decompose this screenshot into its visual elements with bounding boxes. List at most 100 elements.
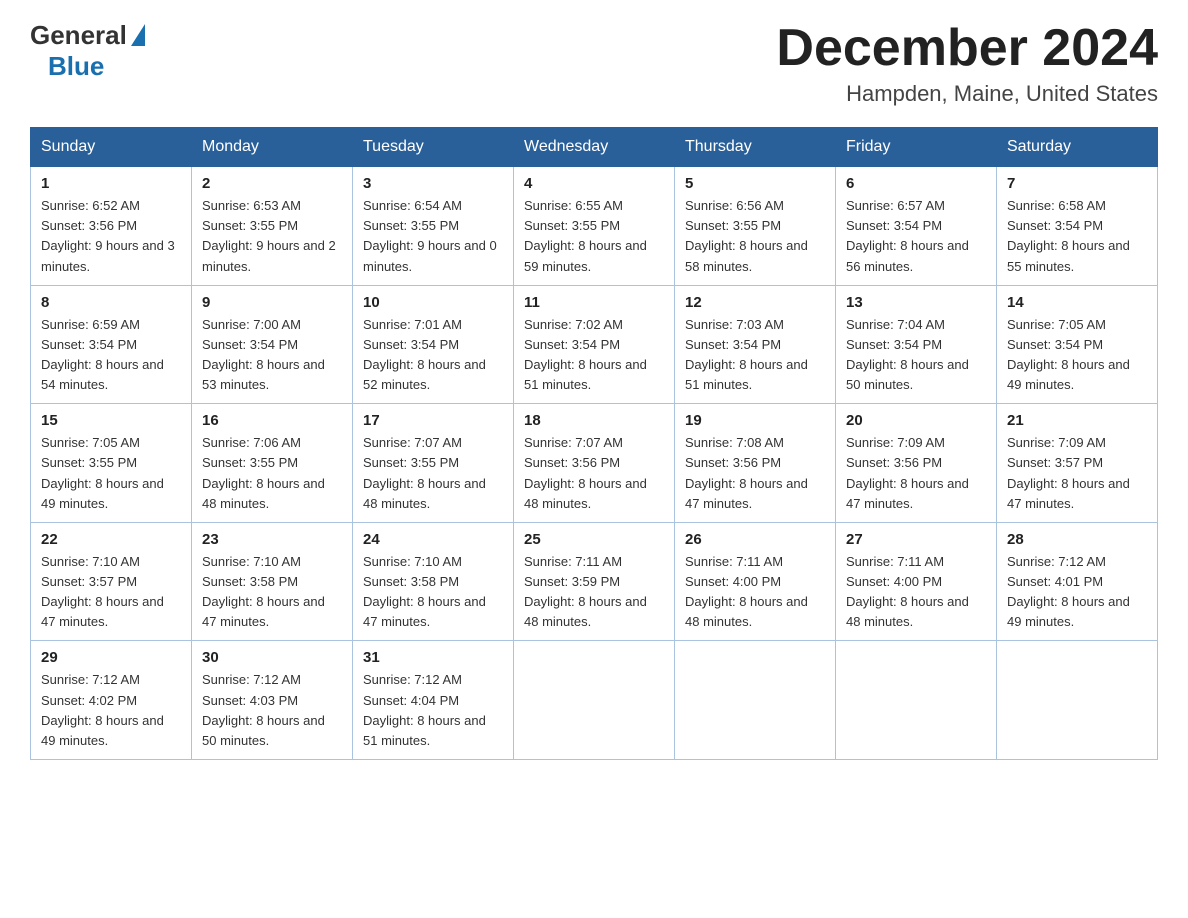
day-number: 13 xyxy=(846,294,986,311)
day-info: Sunrise: 7:04 AMSunset: 3:54 PMDaylight:… xyxy=(846,315,986,396)
day-info: Sunrise: 7:02 AMSunset: 3:54 PMDaylight:… xyxy=(524,315,664,396)
day-info: Sunrise: 7:07 AMSunset: 3:56 PMDaylight:… xyxy=(524,433,664,514)
day-info: Sunrise: 7:11 AMSunset: 3:59 PMDaylight:… xyxy=(524,552,664,633)
month-title: December 2024 xyxy=(776,20,1158,77)
logo: General Blue xyxy=(30,20,145,82)
calendar-week-row: 8 Sunrise: 6:59 AMSunset: 3:54 PMDayligh… xyxy=(31,285,1158,404)
day-info: Sunrise: 7:05 AMSunset: 3:55 PMDaylight:… xyxy=(41,433,181,514)
day-info: Sunrise: 6:58 AMSunset: 3:54 PMDaylight:… xyxy=(1007,196,1147,277)
day-info: Sunrise: 7:10 AMSunset: 3:58 PMDaylight:… xyxy=(202,552,342,633)
column-header-thursday: Thursday xyxy=(675,128,836,167)
calendar-cell: 26 Sunrise: 7:11 AMSunset: 4:00 PMDaylig… xyxy=(675,522,836,641)
calendar-cell: 17 Sunrise: 7:07 AMSunset: 3:55 PMDaylig… xyxy=(353,404,514,523)
calendar-cell: 3 Sunrise: 6:54 AMSunset: 3:55 PMDayligh… xyxy=(353,167,514,286)
day-info: Sunrise: 6:59 AMSunset: 3:54 PMDaylight:… xyxy=(41,315,181,396)
day-info: Sunrise: 7:07 AMSunset: 3:55 PMDaylight:… xyxy=(363,433,503,514)
day-number: 28 xyxy=(1007,531,1147,548)
day-number: 9 xyxy=(202,294,342,311)
calendar-cell: 12 Sunrise: 7:03 AMSunset: 3:54 PMDaylig… xyxy=(675,285,836,404)
calendar-cell: 9 Sunrise: 7:00 AMSunset: 3:54 PMDayligh… xyxy=(192,285,353,404)
calendar-cell: 18 Sunrise: 7:07 AMSunset: 3:56 PMDaylig… xyxy=(514,404,675,523)
calendar-cell: 21 Sunrise: 7:09 AMSunset: 3:57 PMDaylig… xyxy=(997,404,1158,523)
day-number: 31 xyxy=(363,649,503,666)
day-info: Sunrise: 7:12 AMSunset: 4:04 PMDaylight:… xyxy=(363,670,503,751)
day-info: Sunrise: 6:52 AMSunset: 3:56 PMDaylight:… xyxy=(41,196,181,277)
calendar-cell: 25 Sunrise: 7:11 AMSunset: 3:59 PMDaylig… xyxy=(514,522,675,641)
logo-blue-text: Blue xyxy=(48,51,104,82)
calendar-cell: 15 Sunrise: 7:05 AMSunset: 3:55 PMDaylig… xyxy=(31,404,192,523)
day-number: 24 xyxy=(363,531,503,548)
calendar-cell: 23 Sunrise: 7:10 AMSunset: 3:58 PMDaylig… xyxy=(192,522,353,641)
day-number: 4 xyxy=(524,175,664,192)
day-info: Sunrise: 6:55 AMSunset: 3:55 PMDaylight:… xyxy=(524,196,664,277)
calendar-cell: 19 Sunrise: 7:08 AMSunset: 3:56 PMDaylig… xyxy=(675,404,836,523)
column-header-monday: Monday xyxy=(192,128,353,167)
column-header-friday: Friday xyxy=(836,128,997,167)
calendar-cell: 24 Sunrise: 7:10 AMSunset: 3:58 PMDaylig… xyxy=(353,522,514,641)
calendar-cell: 22 Sunrise: 7:10 AMSunset: 3:57 PMDaylig… xyxy=(31,522,192,641)
calendar-cell: 28 Sunrise: 7:12 AMSunset: 4:01 PMDaylig… xyxy=(997,522,1158,641)
calendar-cell: 8 Sunrise: 6:59 AMSunset: 3:54 PMDayligh… xyxy=(31,285,192,404)
day-info: Sunrise: 7:11 AMSunset: 4:00 PMDaylight:… xyxy=(846,552,986,633)
calendar-cell: 6 Sunrise: 6:57 AMSunset: 3:54 PMDayligh… xyxy=(836,167,997,286)
calendar-cell: 7 Sunrise: 6:58 AMSunset: 3:54 PMDayligh… xyxy=(997,167,1158,286)
day-number: 19 xyxy=(685,412,825,429)
day-number: 11 xyxy=(524,294,664,311)
location-subtitle: Hampden, Maine, United States xyxy=(776,81,1158,107)
calendar-cell: 16 Sunrise: 7:06 AMSunset: 3:55 PMDaylig… xyxy=(192,404,353,523)
logo-top: General xyxy=(30,20,145,51)
day-info: Sunrise: 7:05 AMSunset: 3:54 PMDaylight:… xyxy=(1007,315,1147,396)
calendar-table: SundayMondayTuesdayWednesdayThursdayFrid… xyxy=(30,127,1158,760)
calendar-cell: 2 Sunrise: 6:53 AMSunset: 3:55 PMDayligh… xyxy=(192,167,353,286)
day-number: 8 xyxy=(41,294,181,311)
title-section: December 2024 Hampden, Maine, United Sta… xyxy=(776,20,1158,107)
day-number: 7 xyxy=(1007,175,1147,192)
day-number: 22 xyxy=(41,531,181,548)
day-info: Sunrise: 7:12 AMSunset: 4:03 PMDaylight:… xyxy=(202,670,342,751)
day-number: 2 xyxy=(202,175,342,192)
calendar-cell: 20 Sunrise: 7:09 AMSunset: 3:56 PMDaylig… xyxy=(836,404,997,523)
day-number: 26 xyxy=(685,531,825,548)
day-info: Sunrise: 6:53 AMSunset: 3:55 PMDaylight:… xyxy=(202,196,342,277)
day-number: 30 xyxy=(202,649,342,666)
day-number: 6 xyxy=(846,175,986,192)
day-number: 12 xyxy=(685,294,825,311)
day-number: 27 xyxy=(846,531,986,548)
day-number: 5 xyxy=(685,175,825,192)
day-number: 21 xyxy=(1007,412,1147,429)
column-header-sunday: Sunday xyxy=(31,128,192,167)
day-number: 20 xyxy=(846,412,986,429)
calendar-header-row: SundayMondayTuesdayWednesdayThursdayFrid… xyxy=(31,128,1158,167)
calendar-cell xyxy=(675,641,836,760)
day-info: Sunrise: 7:08 AMSunset: 3:56 PMDaylight:… xyxy=(685,433,825,514)
logo-triangle-icon xyxy=(131,24,145,46)
calendar-cell: 14 Sunrise: 7:05 AMSunset: 3:54 PMDaylig… xyxy=(997,285,1158,404)
calendar-cell: 10 Sunrise: 7:01 AMSunset: 3:54 PMDaylig… xyxy=(353,285,514,404)
calendar-cell xyxy=(997,641,1158,760)
calendar-cell: 5 Sunrise: 6:56 AMSunset: 3:55 PMDayligh… xyxy=(675,167,836,286)
day-number: 14 xyxy=(1007,294,1147,311)
day-number: 3 xyxy=(363,175,503,192)
calendar-cell xyxy=(514,641,675,760)
day-number: 17 xyxy=(363,412,503,429)
day-number: 25 xyxy=(524,531,664,548)
calendar-cell: 13 Sunrise: 7:04 AMSunset: 3:54 PMDaylig… xyxy=(836,285,997,404)
day-number: 15 xyxy=(41,412,181,429)
day-info: Sunrise: 6:57 AMSunset: 3:54 PMDaylight:… xyxy=(846,196,986,277)
calendar-week-row: 22 Sunrise: 7:10 AMSunset: 3:57 PMDaylig… xyxy=(31,522,1158,641)
day-number: 29 xyxy=(41,649,181,666)
day-info: Sunrise: 7:03 AMSunset: 3:54 PMDaylight:… xyxy=(685,315,825,396)
calendar-week-row: 15 Sunrise: 7:05 AMSunset: 3:55 PMDaylig… xyxy=(31,404,1158,523)
day-info: Sunrise: 7:09 AMSunset: 3:57 PMDaylight:… xyxy=(1007,433,1147,514)
calendar-cell: 27 Sunrise: 7:11 AMSunset: 4:00 PMDaylig… xyxy=(836,522,997,641)
day-number: 23 xyxy=(202,531,342,548)
logo-general-text: General xyxy=(30,20,127,51)
day-info: Sunrise: 6:54 AMSunset: 3:55 PMDaylight:… xyxy=(363,196,503,277)
calendar-cell: 31 Sunrise: 7:12 AMSunset: 4:04 PMDaylig… xyxy=(353,641,514,760)
day-info: Sunrise: 7:09 AMSunset: 3:56 PMDaylight:… xyxy=(846,433,986,514)
calendar-week-row: 1 Sunrise: 6:52 AMSunset: 3:56 PMDayligh… xyxy=(31,167,1158,286)
day-number: 16 xyxy=(202,412,342,429)
calendar-cell: 4 Sunrise: 6:55 AMSunset: 3:55 PMDayligh… xyxy=(514,167,675,286)
day-info: Sunrise: 7:06 AMSunset: 3:55 PMDaylight:… xyxy=(202,433,342,514)
day-number: 10 xyxy=(363,294,503,311)
